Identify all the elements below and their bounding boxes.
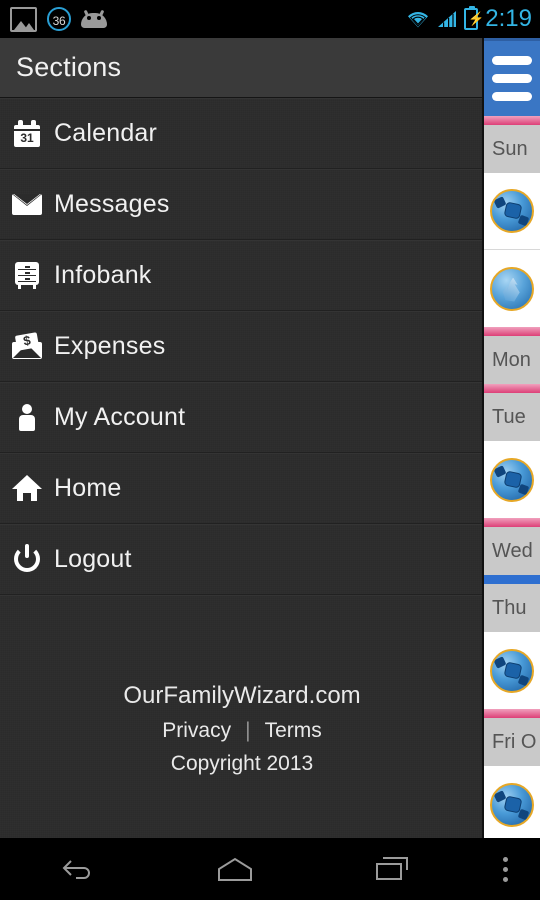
navigation-drawer: Sections 31 Calendar Messages Infobank $… [0, 38, 484, 838]
status-bar-notifications: 36 [10, 0, 107, 38]
calendar-day-header: Tue [484, 393, 540, 441]
calendar-day-header: Mon [484, 336, 540, 384]
soccer-ball-icon [490, 648, 534, 693]
status-bar: 36 ⚡ 2:19 [0, 0, 540, 38]
soccer-ball-icon [490, 189, 534, 233]
footer-links: Privacy | Terms [0, 719, 482, 743]
hamburger-menu-icon[interactable] [484, 38, 540, 116]
sidebar-item-infobank[interactable]: Infobank [0, 240, 482, 311]
calendar-icon: 31 [0, 119, 54, 147]
power-icon [0, 544, 54, 572]
calendar-strip: Sun Mon Tue Wed Thu Fri O [484, 38, 540, 838]
calendar-day-header: Fri O [484, 718, 540, 766]
calendar-icon-day: 31 [20, 130, 34, 145]
drawer-footer: OurFamilyWizard.com Privacy | Terms Copy… [0, 682, 482, 776]
envelope-icon [0, 193, 54, 215]
image-icon [10, 6, 37, 32]
sidebar-item-messages[interactable]: Messages [0, 169, 482, 240]
wifi-icon [408, 11, 429, 28]
copyright-text: Copyright 2013 [170, 752, 314, 775]
sidebar-item-home[interactable]: Home [0, 453, 482, 524]
sidebar-item-expenses[interactable]: $ Expenses [0, 311, 482, 382]
drawer-divider [0, 595, 482, 596]
terms-link[interactable]: Terms [265, 719, 322, 743]
page-title: Sections [16, 52, 122, 82]
recent-apps-icon [375, 857, 408, 880]
clock: 2:19 [485, 5, 532, 32]
event-separator [484, 575, 540, 584]
calendar-event-row[interactable] [484, 766, 540, 838]
calendar-day-header: Wed [484, 527, 540, 575]
battery-charging-icon: ⚡ [464, 6, 484, 30]
cell-signal-icon [438, 11, 457, 27]
person-icon [0, 403, 54, 431]
calendar-event-row[interactable] [484, 173, 540, 250]
back-icon [62, 860, 91, 879]
phone-screen: 36 ⚡ 2:19 Sun Mon Tue Wed Thu Fri O Sect… [0, 0, 540, 900]
footer-link-divider: | [245, 719, 251, 742]
event-separator [484, 709, 540, 718]
sidebar-item-label: Logout [54, 544, 132, 573]
status-bar-system-icons: ⚡ 2:19 [406, 0, 532, 38]
drawer-header: Sections [0, 38, 482, 98]
android-mascot-icon [81, 9, 107, 28]
money-envelope-icon: $ [0, 331, 54, 359]
dollar-symbol: $ [22, 331, 32, 349]
privacy-link[interactable]: Privacy [162, 719, 231, 743]
back-button[interactable] [0, 838, 157, 900]
sidebar-item-label: Home [54, 473, 122, 502]
sidebar-item-label: Calendar [54, 118, 158, 147]
house-icon [0, 475, 54, 501]
footer-site-name: OurFamilyWizard.com [123, 682, 361, 709]
sidebar-item-label: My Account [54, 402, 186, 431]
overflow-menu-icon [502, 856, 508, 882]
soccer-ball-icon [490, 782, 534, 827]
calendar-event-row[interactable] [484, 632, 540, 709]
calendar-event-row[interactable] [484, 441, 540, 518]
event-separator [484, 518, 540, 527]
sidebar-item-logout[interactable]: Logout [0, 524, 482, 595]
flame-icon [490, 266, 534, 311]
sidebar-item-my-account[interactable]: My Account [0, 382, 482, 453]
calendar-day-header: Sun [484, 125, 540, 173]
calendar-day-header: Thu [484, 584, 540, 632]
recent-apps-button[interactable] [313, 838, 470, 900]
sidebar-item-label: Messages [54, 189, 170, 218]
calendar-event-row[interactable] [484, 250, 540, 327]
event-separator [484, 116, 540, 125]
sidebar-item-label: Expenses [54, 331, 166, 360]
overflow-menu-button[interactable] [470, 838, 540, 900]
android-nav-bar [0, 838, 540, 900]
filing-cabinet-icon [0, 261, 54, 289]
home-button[interactable] [157, 838, 314, 900]
sidebar-item-label: Infobank [54, 260, 152, 289]
home-icon [218, 857, 252, 881]
sidebar-item-calendar[interactable]: 31 Calendar [0, 98, 482, 169]
event-separator [484, 384, 540, 393]
notification-count-badge: 36 [47, 7, 71, 31]
event-separator [484, 327, 540, 336]
soccer-ball-icon [490, 457, 534, 502]
